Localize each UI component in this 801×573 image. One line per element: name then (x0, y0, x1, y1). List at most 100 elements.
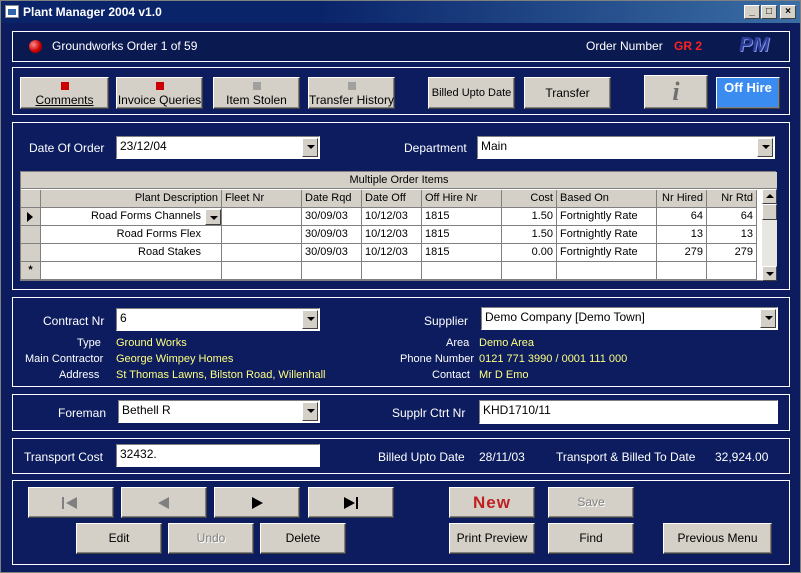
record-header: Groundworks Order 1 of 59 Order Number G… (12, 31, 790, 62)
table-cell[interactable]: Fortnightly Rate (557, 208, 657, 226)
table-cell[interactable]: 1815 (422, 226, 502, 244)
table-cell[interactable] (502, 262, 557, 280)
table-cell[interactable] (362, 262, 422, 280)
table-cell[interactable]: 30/09/03 (302, 208, 362, 226)
last-record-button[interactable] (308, 487, 394, 518)
table-cell[interactable] (222, 226, 302, 244)
table-cell[interactable] (222, 208, 302, 226)
table-cell[interactable] (422, 262, 502, 280)
item-stolen-button[interactable]: Item Stolen (213, 77, 300, 109)
previous-menu-button[interactable]: Previous Menu (663, 523, 772, 554)
col-date-off[interactable]: Date Off (362, 190, 422, 208)
table-cell[interactable]: 1815 (422, 208, 502, 226)
grid-scrollbar[interactable] (762, 189, 777, 281)
title-bar[interactable]: Plant Manager 2004 v1.0 _ □ × (1, 1, 800, 23)
table-cell[interactable]: 10/12/03 (362, 226, 422, 244)
department-combo[interactable]: Main (477, 136, 775, 159)
chevron-down-icon[interactable] (302, 138, 318, 157)
table-cell[interactable]: 13 (707, 226, 757, 244)
col-off-hire-nr[interactable]: Off Hire Nr (422, 190, 502, 208)
supplr-ctrt-nr-field[interactable]: KHD1710/11 (479, 400, 778, 424)
table-cell[interactable]: Road Stakes (41, 244, 222, 262)
edit-button[interactable]: Edit (76, 523, 162, 554)
scroll-down-button[interactable] (762, 266, 777, 281)
table-cell[interactable]: 10/12/03 (362, 208, 422, 226)
supplier-combo[interactable]: Demo Company [Demo Town] (481, 307, 778, 330)
col-based-on[interactable]: Based On (557, 190, 657, 208)
table-cell[interactable]: 1815 (422, 244, 502, 262)
find-button[interactable]: Find (548, 523, 634, 554)
date-of-order-value: 23/12/04 (120, 139, 167, 153)
comments-button[interactable]: Comments (20, 77, 109, 109)
new-button[interactable]: New (449, 487, 535, 518)
transport-cost-field[interactable]: 32432. (116, 444, 320, 467)
chevron-down-icon[interactable] (757, 138, 773, 157)
previous-record-button[interactable] (121, 487, 207, 518)
grid-caption: Multiple Order Items (21, 172, 777, 189)
table-cell[interactable]: 1.50 (502, 226, 557, 244)
table-cell[interactable] (222, 262, 302, 280)
save-button[interactable]: Save (548, 487, 634, 518)
scroll-up-button[interactable] (762, 189, 777, 204)
table-cell[interactable]: 64 (707, 208, 757, 226)
table-cell[interactable] (41, 262, 222, 280)
print-preview-button[interactable]: Print Preview (449, 523, 535, 554)
billed-upto-date-button[interactable]: Billed Upto Date (428, 77, 515, 109)
chevron-down-icon[interactable] (302, 310, 318, 329)
table-cell[interactable]: 1.50 (502, 208, 557, 226)
table-cell[interactable] (657, 262, 707, 280)
table-cell[interactable]: Road Forms Channels (41, 208, 222, 226)
maximize-button[interactable]: □ (761, 5, 777, 19)
contract-nr-label: Contract Nr (43, 314, 105, 328)
delete-button[interactable]: Delete (260, 523, 346, 554)
close-button[interactable]: × (780, 5, 796, 19)
table-cell[interactable]: 279 (657, 244, 707, 262)
col-plant-description[interactable]: Plant Description (41, 190, 222, 208)
table-cell[interactable]: 64 (657, 208, 707, 226)
row-selector[interactable] (21, 244, 41, 262)
chevron-down-icon[interactable] (302, 402, 318, 421)
table-cell[interactable]: 279 (707, 244, 757, 262)
table-cell[interactable] (302, 262, 362, 280)
off-hire-button[interactable]: Off Hire (716, 77, 780, 109)
first-record-button[interactable] (28, 487, 114, 518)
col-nr-rtd[interactable]: Nr Rtd (707, 190, 757, 208)
table-cell[interactable]: 0.00 (502, 244, 557, 262)
undo-button[interactable]: Undo (168, 523, 254, 554)
order-items-grid[interactable]: Multiple Order Items Plant Description F… (20, 171, 777, 281)
invoice-queries-button[interactable]: Invoice Queries (116, 77, 203, 109)
col-nr-hired[interactable]: Nr Hired (657, 190, 707, 208)
item-stolen-indicator-icon (252, 82, 261, 90)
table-cell[interactable] (557, 262, 657, 280)
info-button[interactable]: i (644, 75, 708, 109)
table-cell[interactable]: Fortnightly Rate (557, 244, 657, 262)
table-cell[interactable]: 30/09/03 (302, 244, 362, 262)
col-date-rqd[interactable]: Date Rqd (302, 190, 362, 208)
table-cell[interactable]: 13 (657, 226, 707, 244)
new-row-marker[interactable]: * (21, 262, 41, 280)
chevron-down-icon (766, 272, 774, 276)
transfer-history-button[interactable]: Transfer History (308, 77, 395, 109)
previous-record-icon (158, 497, 169, 509)
next-record-button[interactable] (214, 487, 300, 518)
table-cell[interactable] (707, 262, 757, 280)
row-selector-current[interactable] (21, 208, 41, 226)
transfer-history-label: Transfer History (309, 93, 394, 107)
foreman-combo[interactable]: Bethell R (118, 400, 320, 423)
contract-nr-combo[interactable]: 6 (116, 308, 320, 331)
table-cell[interactable]: 30/09/03 (302, 226, 362, 244)
table-cell[interactable] (222, 244, 302, 262)
scroll-thumb[interactable] (762, 204, 777, 220)
row-selector[interactable] (21, 226, 41, 244)
date-of-order-combo[interactable]: 23/12/04 (116, 136, 320, 159)
col-fleet-nr[interactable]: Fleet Nr (222, 190, 302, 208)
table-cell[interactable]: Fortnightly Rate (557, 226, 657, 244)
table-cell[interactable]: 10/12/03 (362, 244, 422, 262)
minimize-button[interactable]: _ (744, 5, 760, 19)
transfer-button[interactable]: Transfer (524, 77, 611, 109)
table-cell[interactable]: Road Forms Flex (41, 226, 222, 244)
chevron-down-icon[interactable] (760, 309, 776, 328)
chevron-down-icon[interactable] (205, 209, 221, 225)
col-cost[interactable]: Cost (502, 190, 557, 208)
invoice-queries-indicator-icon (155, 82, 164, 90)
